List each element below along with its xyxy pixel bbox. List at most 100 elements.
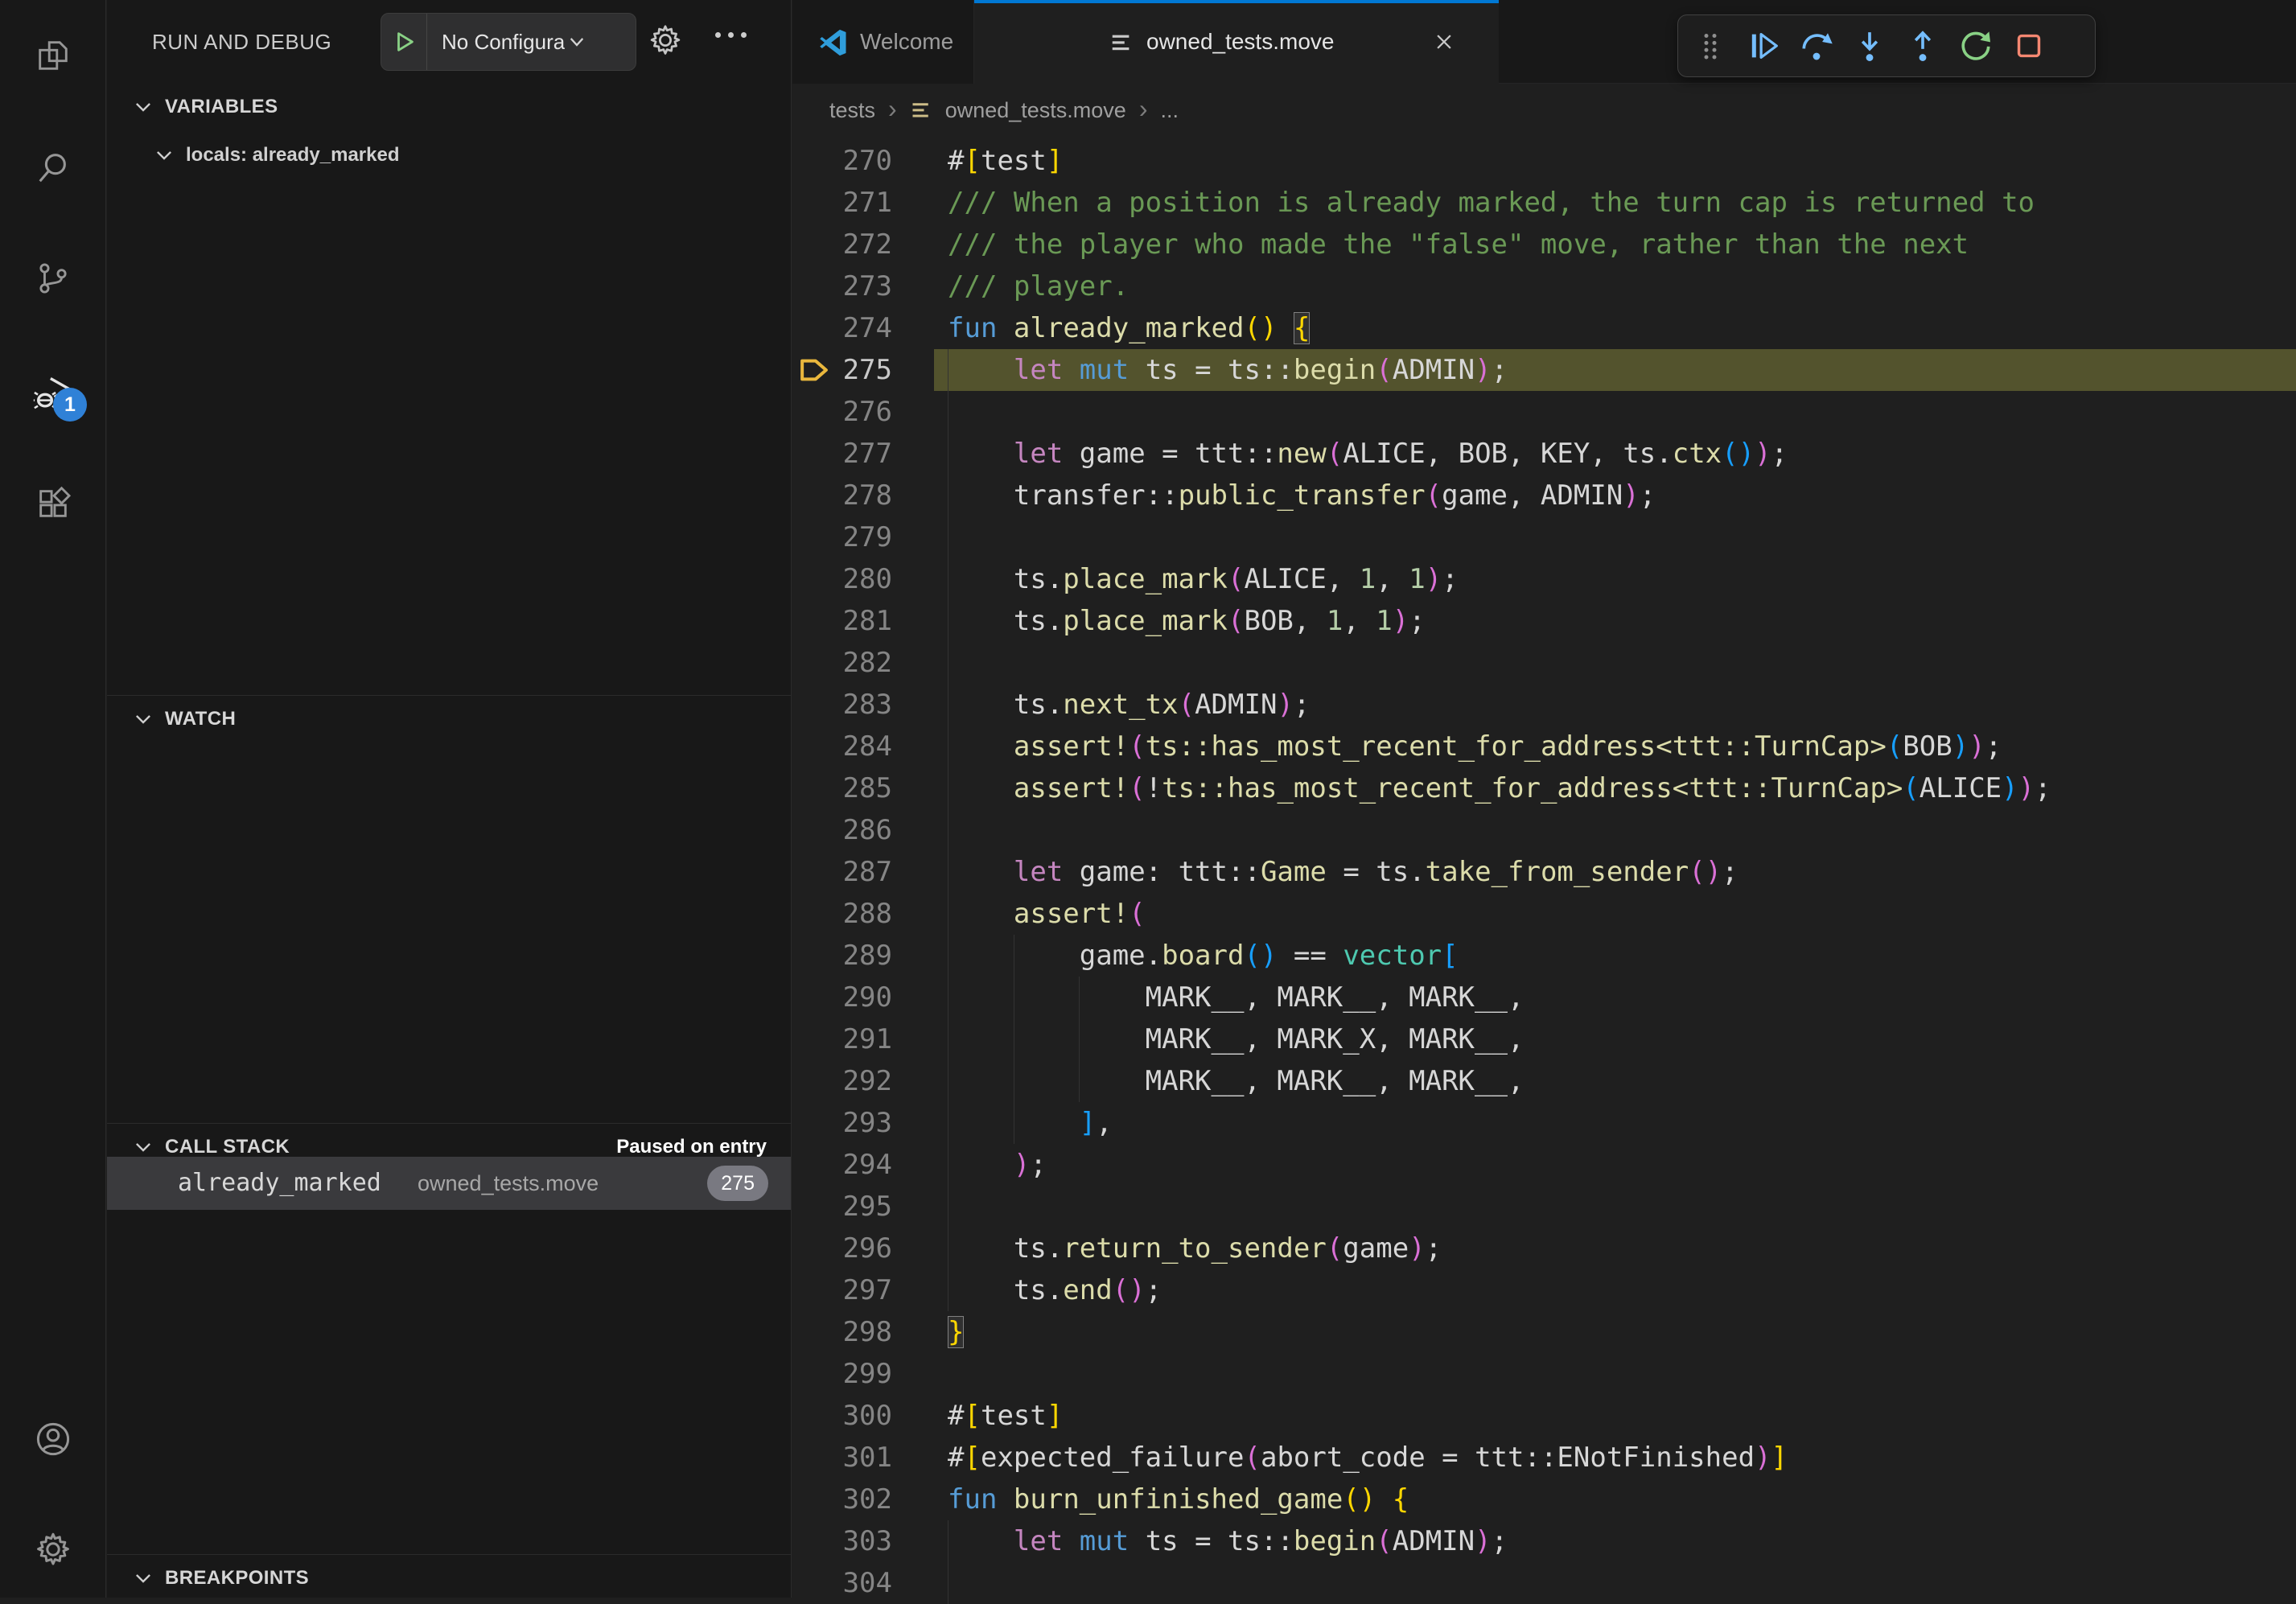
restart-button[interactable] (1955, 23, 1997, 68)
settings-button[interactable] (0, 1509, 106, 1590)
code-line[interactable]: 304 (792, 1562, 2296, 1604)
debug-config-dropdown[interactable]: No Configura (381, 13, 636, 71)
line-number[interactable]: 291 (792, 1018, 892, 1060)
breadcrumb-item-tests[interactable]: tests (829, 98, 875, 123)
code-line[interactable]: 271/// When a position is already marked… (792, 182, 2296, 224)
code-line[interactable]: 301#[expected_failure(abort_code = ttt::… (792, 1437, 2296, 1479)
code-line[interactable]: 297 ts.end(); (792, 1269, 2296, 1311)
line-number[interactable]: 299 (792, 1353, 892, 1395)
breadcrumb-item-symbol[interactable]: ... (1160, 98, 1179, 123)
continue-button[interactable] (1743, 23, 1784, 68)
step-into-button[interactable] (1849, 23, 1891, 68)
code-line[interactable]: 288 assert!( (792, 893, 2296, 935)
sidebar-item-run-and-debug[interactable]: 1 (0, 352, 106, 433)
line-number[interactable]: 288 (792, 893, 892, 935)
start-debugging-icon[interactable] (393, 30, 417, 54)
line-number[interactable]: 296 (792, 1228, 892, 1269)
line-number[interactable]: 270 (792, 140, 892, 182)
line-number[interactable]: 282 (792, 642, 892, 684)
line-number[interactable]: 273 (792, 265, 892, 307)
code-line[interactable]: 294 ); (792, 1144, 2296, 1186)
line-number[interactable]: 287 (792, 851, 892, 893)
code-line[interactable]: 298} (792, 1311, 2296, 1353)
line-number[interactable]: 303 (792, 1520, 892, 1562)
code-line[interactable]: 273/// player. (792, 265, 2296, 307)
line-number[interactable]: 277 (792, 433, 892, 475)
line-number[interactable]: 272 (792, 224, 892, 265)
code-line[interactable]: 272/// the player who made the "false" m… (792, 224, 2296, 265)
step-out-button[interactable] (1902, 23, 1944, 68)
code-line[interactable]: 285 assert!(!ts::has_most_recent_for_add… (792, 767, 2296, 809)
drag-handle[interactable] (1689, 23, 1731, 68)
line-number[interactable]: 294 (792, 1144, 892, 1186)
code-area[interactable]: 270#[test]271/// When a position is alre… (792, 140, 2296, 1604)
line-number[interactable]: 284 (792, 726, 892, 767)
code-line[interactable]: 292 MARK__, MARK__, MARK__, (792, 1060, 2296, 1102)
code-line[interactable]: 277 let game = ttt::new(ALICE, BOB, KEY,… (792, 433, 2296, 475)
line-number[interactable]: 279 (792, 516, 892, 558)
code-line[interactable]: 300#[test] (792, 1395, 2296, 1437)
code-line[interactable]: 276 (792, 391, 2296, 433)
close-icon[interactable] (1433, 31, 1455, 53)
code-line[interactable]: 295 (792, 1186, 2296, 1228)
tab-label[interactable]: owned_tests.move (1146, 0, 1334, 84)
breadcrumb-item-file[interactable]: owned_tests.move (945, 98, 1126, 123)
code-line[interactable]: 296 ts.return_to_sender(game); (792, 1228, 2296, 1269)
step-over-button[interactable] (1796, 23, 1837, 68)
code-line[interactable]: 303 let mut ts = ts::begin(ADMIN); (792, 1520, 2296, 1562)
line-number[interactable]: 298 (792, 1311, 892, 1353)
section-variables[interactable]: VARIABLES (107, 84, 791, 130)
variables-scope-locals[interactable]: locals: already_marked (107, 132, 791, 179)
tab-owned-tests-move[interactable]: owned_tests.move (974, 0, 1499, 84)
line-number[interactable]: 302 (792, 1479, 892, 1520)
code-line[interactable]: 275 let mut ts = ts::begin(ADMIN); (792, 349, 2296, 391)
code-line[interactable]: 280 ts.place_mark(ALICE, 1, 1); (792, 558, 2296, 600)
section-breakpoints[interactable]: BREAKPOINTS (107, 1554, 791, 1601)
code-line[interactable]: 302fun burn_unfinished_game() { (792, 1479, 2296, 1520)
line-number[interactable]: 285 (792, 767, 892, 809)
line-number[interactable]: 295 (792, 1186, 892, 1228)
line-number[interactable]: 304 (792, 1562, 892, 1604)
tab-label[interactable]: Welcome (860, 0, 953, 84)
code-line[interactable]: 283 ts.next_tx(ADMIN); (792, 684, 2296, 726)
line-number[interactable]: 300 (792, 1395, 892, 1437)
line-number[interactable]: 297 (792, 1269, 892, 1311)
line-number[interactable]: 271 (792, 182, 892, 224)
line-number[interactable]: 281 (792, 600, 892, 642)
stop-button[interactable] (2008, 23, 2050, 68)
code-line[interactable]: 284 assert!(ts::has_most_recent_for_addr… (792, 726, 2296, 767)
config-dropdown-label[interactable]: No Configura (442, 30, 565, 55)
line-number[interactable]: 276 (792, 391, 892, 433)
code-line[interactable]: 290 MARK__, MARK__, MARK__, (792, 977, 2296, 1018)
code-line[interactable]: 289 game.board() == vector[ (792, 935, 2296, 977)
line-number[interactable]: 292 (792, 1060, 892, 1102)
line-number[interactable]: 289 (792, 935, 892, 977)
section-watch[interactable]: WATCH (107, 695, 791, 742)
line-number[interactable]: 301 (792, 1437, 892, 1479)
debug-settings-gear-icon[interactable] (648, 23, 683, 58)
line-number[interactable]: 293 (792, 1102, 892, 1144)
sidebar-item-search[interactable] (0, 128, 106, 208)
line-number[interactable]: 278 (792, 475, 892, 516)
code-line[interactable]: 274fun already_marked() { (792, 307, 2296, 349)
tab-welcome[interactable]: Welcome (792, 0, 974, 84)
code-line[interactable]: 291 MARK__, MARK_X, MARK__, (792, 1018, 2296, 1060)
line-number[interactable]: 290 (792, 977, 892, 1018)
code-line[interactable]: 281 ts.place_mark(BOB, 1, 1); (792, 600, 2296, 642)
account-button[interactable] (0, 1399, 106, 1479)
more-actions-icon[interactable] (715, 32, 768, 38)
code-line[interactable]: 278 transfer::public_transfer(game, ADMI… (792, 475, 2296, 516)
code-line[interactable]: 293 ], (792, 1102, 2296, 1144)
sidebar-item-source-control[interactable] (0, 238, 106, 319)
code-line[interactable]: 286 (792, 809, 2296, 851)
line-number[interactable]: 283 (792, 684, 892, 726)
code-line[interactable]: 279 (792, 516, 2296, 558)
code-line[interactable]: 282 (792, 642, 2296, 684)
line-number[interactable]: 274 (792, 307, 892, 349)
sidebar-item-explorer[interactable] (0, 15, 106, 96)
line-number[interactable]: 286 (792, 809, 892, 851)
line-number[interactable]: 280 (792, 558, 892, 600)
sidebar-item-extensions[interactable] (0, 463, 106, 544)
code-line[interactable]: 270#[test] (792, 140, 2296, 182)
call-stack-frame[interactable]: already_markedowned_tests.move275 (107, 1157, 791, 1210)
